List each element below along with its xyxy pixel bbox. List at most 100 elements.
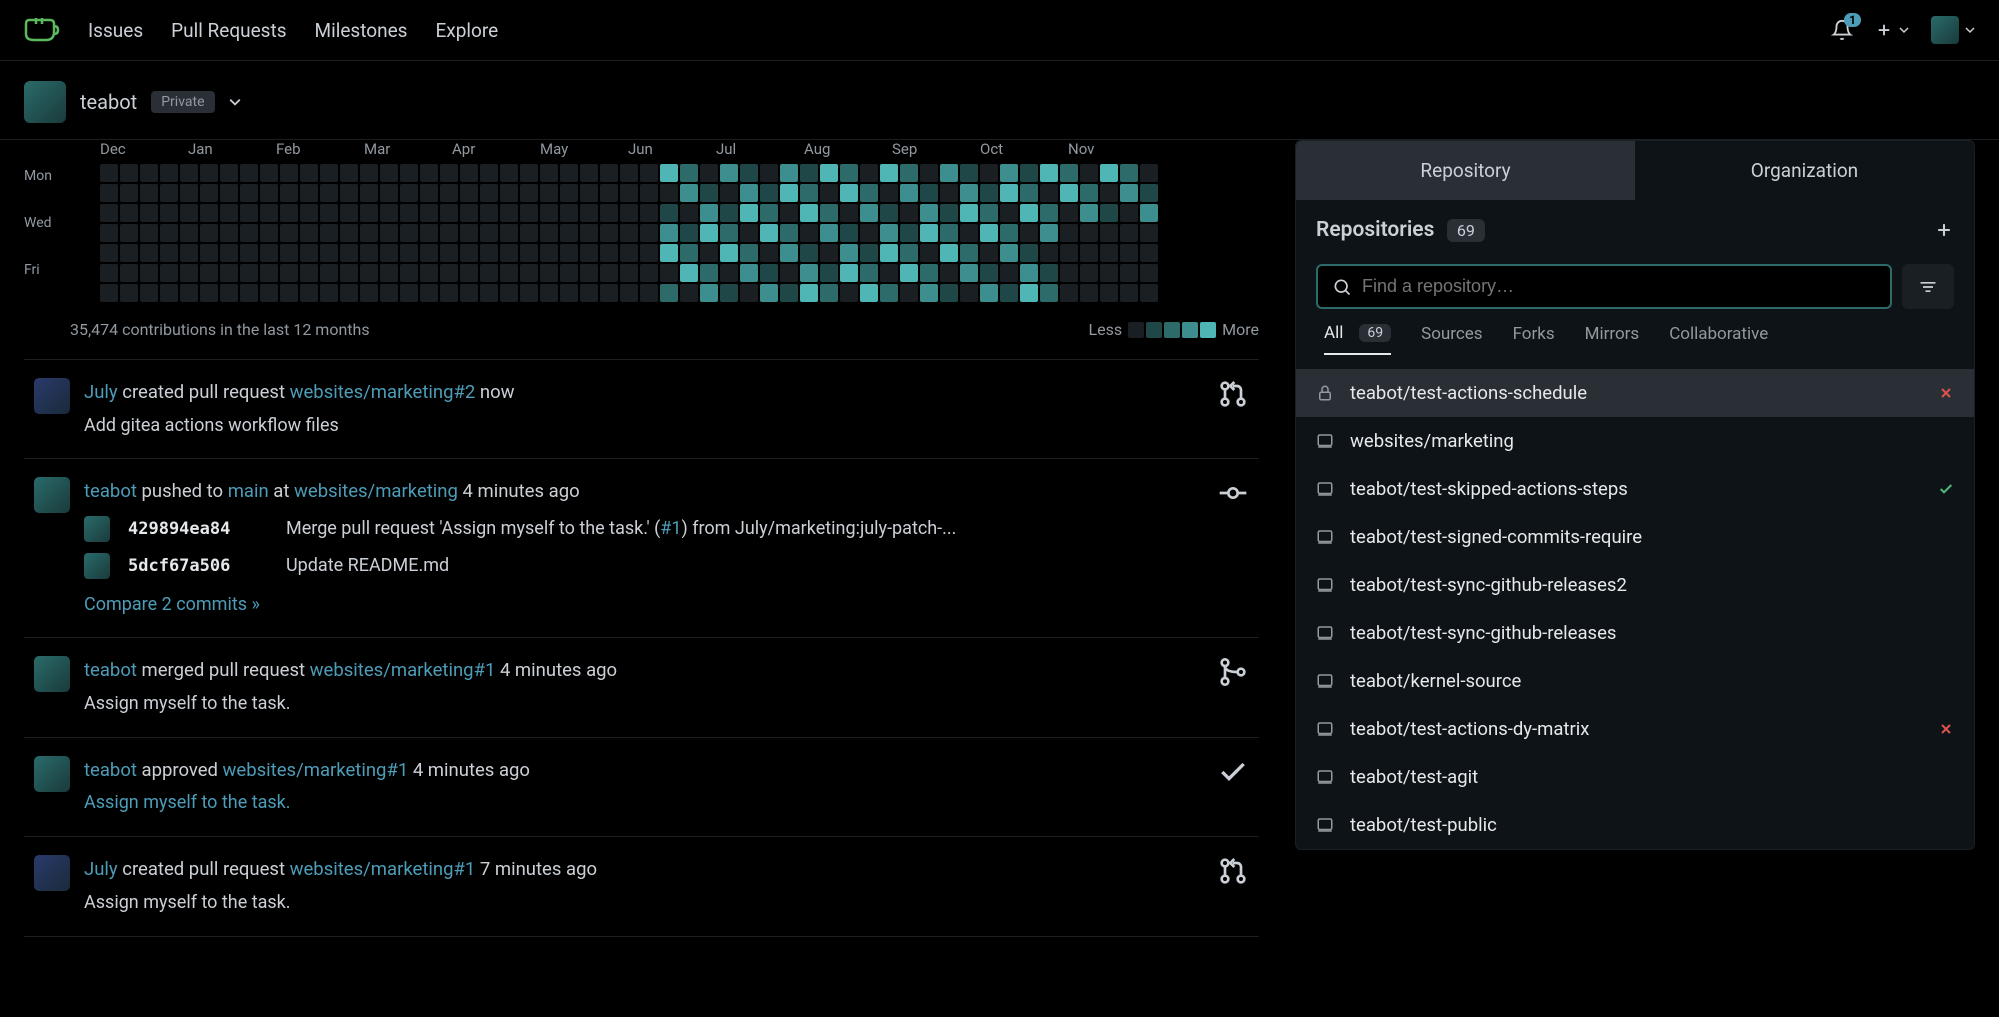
repo-item[interactable]: teabot/test-sync-github-releases2 — [1296, 561, 1974, 609]
repo-name: teabot/test-actions-schedule — [1350, 382, 1954, 404]
activity-feed: July created pull request websites/marke… — [24, 359, 1259, 937]
check-icon — [1217, 756, 1249, 788]
repo-item[interactable]: websites/marketing — [1296, 417, 1974, 465]
repo-icon — [1316, 480, 1336, 498]
commit-avatar[interactable] — [84, 553, 110, 579]
target-link[interactable]: websites/marketing#2 — [290, 381, 476, 403]
commit-hash[interactable]: 5dcf67a506 — [128, 553, 268, 580]
repo-name: teabot/test-sync-github-releases2 — [1350, 574, 1954, 596]
feed-avatar[interactable] — [34, 855, 70, 891]
logo[interactable] — [24, 15, 60, 45]
heatmap-legend: Less More — [1089, 320, 1259, 339]
repo-item[interactable]: teabot/test-sync-github-releases — [1296, 609, 1974, 657]
repo-item[interactable]: teabot/test-skipped-actions-steps — [1296, 465, 1974, 513]
heatmap-months: DecJanFebMarAprMayJunJulAugSepOctNov — [100, 140, 1259, 158]
profile-dropdown-icon[interactable] — [229, 96, 241, 108]
feed-item: teabot merged pull request websites/mark… — [24, 638, 1259, 737]
contribution-heatmap: DecJanFebMarAprMayJunJulAugSepOctNov Mon… — [24, 140, 1259, 351]
nav-issues[interactable]: Issues — [88, 19, 143, 42]
repo-icon — [1316, 768, 1336, 786]
repo-icon — [1316, 576, 1336, 594]
repo-link[interactable]: websites/marketing — [294, 480, 458, 502]
commit-row: 429894ea84 Merge pull request 'Assign mys… — [84, 515, 1249, 544]
repo-search-input[interactable] — [1362, 276, 1876, 297]
profile-avatar[interactable] — [24, 81, 66, 123]
filter-tab[interactable]: Forks — [1513, 323, 1555, 355]
feed-avatar[interactable] — [34, 756, 70, 792]
repositories-count: 69 — [1447, 219, 1485, 242]
feed-item: teabot pushed to main at websites/market… — [24, 459, 1259, 638]
feed-avatar[interactable] — [34, 656, 70, 692]
nav-milestones[interactable]: Milestones — [315, 19, 408, 42]
target-link[interactable]: websites/marketing#1 — [310, 659, 496, 681]
status-fail-icon — [1938, 721, 1954, 737]
target-link[interactable]: websites/marketing#1 — [223, 759, 409, 781]
repo-icon — [1316, 624, 1336, 642]
pull-request-icon — [1217, 855, 1249, 887]
branch-link[interactable]: main — [228, 480, 269, 502]
actor-link[interactable]: July — [84, 858, 118, 880]
repo-item[interactable]: teabot/test-actions-schedule — [1296, 369, 1974, 417]
repo-name: teabot/test-public — [1350, 814, 1954, 836]
repo-name: teabot/test-actions-dy-matrix — [1350, 718, 1954, 740]
actor-link[interactable]: teabot — [84, 480, 137, 502]
filter-tab[interactable]: Collaborative — [1669, 323, 1768, 355]
repo-item[interactable]: teabot/test-signed-commits-require — [1296, 513, 1974, 561]
commit-icon — [1217, 477, 1249, 509]
feed-subtitle: Add gitea actions workflow files — [84, 412, 1249, 441]
visibility-badge: Private — [151, 91, 214, 113]
tab-repository[interactable]: Repository — [1296, 141, 1635, 200]
nav-pull-requests[interactable]: Pull Requests — [171, 19, 286, 42]
filter-icon — [1918, 278, 1938, 296]
feed-item: July created pull request websites/marke… — [24, 360, 1259, 459]
repo-name: teabot/test-signed-commits-require — [1350, 526, 1954, 548]
filter-tab[interactable]: Sources — [1421, 323, 1482, 355]
feed-item: July created pull request websites/marke… — [24, 837, 1259, 936]
notifications-button[interactable]: 1 — [1831, 19, 1853, 41]
commit-message: Merge pull request 'Assign myself to the… — [286, 515, 956, 544]
repo-icon — [1316, 528, 1336, 546]
contribution-summary: 35,474 contributions in the last 12 mont… — [70, 320, 370, 339]
navbar: Issues Pull Requests Milestones Explore … — [0, 0, 1999, 60]
feed-avatar[interactable] — [34, 477, 70, 513]
repo-name: teabot/test-agit — [1350, 766, 1954, 788]
sort-button[interactable] — [1902, 264, 1954, 309]
user-menu[interactable] — [1931, 16, 1975, 44]
feed-avatar[interactable] — [34, 378, 70, 414]
repo-item[interactable]: teabot/test-agit — [1296, 753, 1974, 801]
status-fail-icon — [1938, 385, 1954, 401]
repo-name: teabot/test-sync-github-releases — [1350, 622, 1954, 644]
feed-subtitle-link[interactable]: Assign myself to the task. — [84, 792, 291, 813]
commit-row: 5dcf67a506 Update README.md — [84, 552, 1249, 581]
repo-search[interactable] — [1316, 264, 1892, 309]
repo-item[interactable]: teabot/test-public — [1296, 801, 1974, 849]
commit-hash[interactable]: 429894ea84 — [128, 516, 268, 543]
commit-message: Update README.md — [286, 552, 449, 581]
repo-name: websites/marketing — [1350, 430, 1954, 452]
user-avatar — [1931, 16, 1959, 44]
notification-badge: 1 — [1844, 13, 1861, 27]
commit-avatar[interactable] — [84, 516, 110, 542]
actor-link[interactable]: teabot — [84, 659, 137, 681]
heatmap-days: MonWedFri — [24, 164, 84, 302]
repo-item[interactable]: teabot/test-actions-dy-matrix — [1296, 705, 1974, 753]
tab-organization[interactable]: Organization — [1635, 141, 1974, 200]
repo-icon — [1316, 432, 1336, 450]
heatmap-grid[interactable] — [100, 164, 1158, 302]
sidebar-panel: Repository Organization Repositories 69 — [1295, 140, 1975, 850]
add-repo-button[interactable] — [1934, 220, 1954, 240]
filter-tab[interactable]: Mirrors — [1585, 323, 1640, 355]
repo-icon — [1316, 672, 1336, 690]
actor-link[interactable]: July — [84, 381, 118, 403]
profile-name[interactable]: teabot — [80, 90, 137, 114]
filter-tab[interactable]: All69 — [1324, 323, 1391, 355]
repo-item[interactable]: teabot/kernel-source — [1296, 657, 1974, 705]
compare-link[interactable]: Compare 2 commits » — [84, 594, 260, 615]
target-link[interactable]: websites/marketing#1 — [290, 858, 476, 880]
feed-item: teabot approved websites/marketing#1 4 m… — [24, 738, 1259, 837]
nav-explore[interactable]: Explore — [435, 19, 498, 42]
actor-link[interactable]: teabot — [84, 759, 137, 781]
repo-filter-tabs: All69 Sources Forks Mirrors Collaborative — [1296, 323, 1974, 369]
repo-icon — [1316, 720, 1336, 738]
create-menu[interactable] — [1875, 21, 1909, 39]
